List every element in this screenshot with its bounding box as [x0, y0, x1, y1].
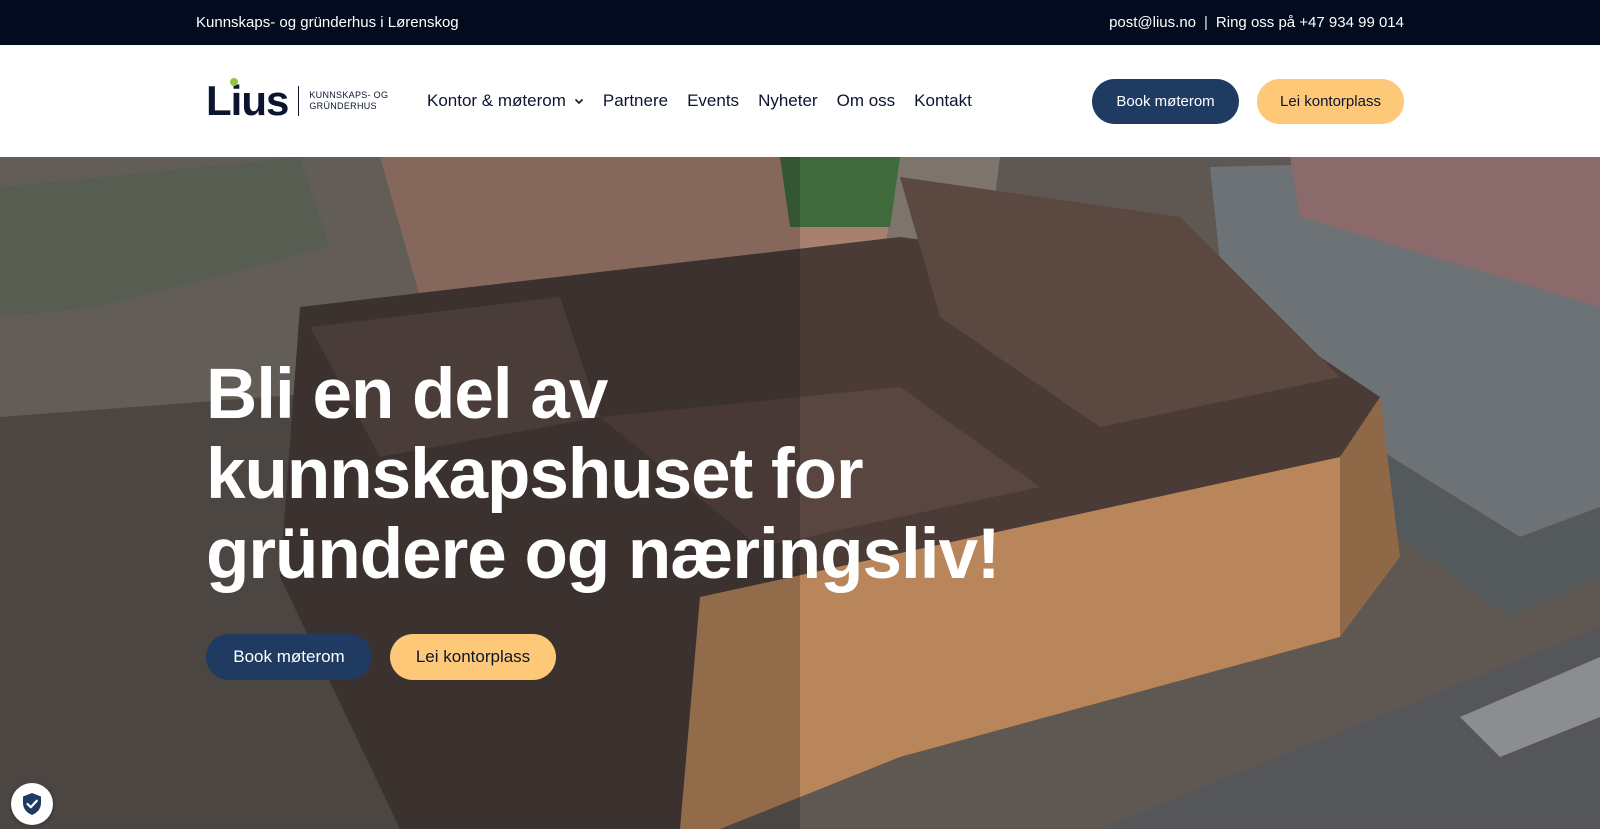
hero-book-meeting-room-button[interactable]: Book møterom — [206, 634, 372, 680]
logo-tagline: KUNNSKAPS- OG GRÜNDERHUS — [309, 90, 388, 112]
cookie-consent-button[interactable] — [11, 783, 53, 825]
logo-divider — [298, 86, 300, 116]
logo-wordmark-text: Lius — [206, 77, 289, 124]
logo-wordmark: Lius — [206, 77, 289, 124]
hero-title: Bli en del av kunnskapshuset for gründer… — [206, 355, 1106, 595]
top-bar: Kunnskaps- og gründerhus i Lørenskog pos… — [0, 0, 1600, 45]
nav-item-om-oss[interactable]: Om oss — [837, 91, 896, 111]
nav-item-nyheter[interactable]: Nyheter — [758, 91, 818, 111]
nav-item-kontor-moterom[interactable]: Kontor & møterom — [427, 91, 584, 111]
nav-actions: Book møterom Lei kontorplass — [1092, 78, 1404, 124]
hero-actions: Book møterom Lei kontorplass — [206, 634, 556, 680]
contact-info: post@lius.no | Ring oss på +47 934 99 01… — [1109, 14, 1404, 31]
tagline: Kunnskaps- og gründerhus i Lørenskog — [196, 14, 459, 31]
shield-check-icon — [23, 793, 41, 815]
email-link[interactable]: post@lius.no — [1109, 14, 1196, 31]
hero-title-line3: gründere og næringsliv! — [206, 515, 1001, 594]
hero-title-line2: kunnskapshuset for — [206, 435, 864, 514]
nav-item-label: Kontor & møterom — [427, 91, 566, 110]
hero-section: Bli en del av kunnskapshuset for gründer… — [0, 157, 1600, 829]
phone-link[interactable]: Ring oss på +47 934 99 014 — [1216, 14, 1404, 31]
contact-separator: | — [1204, 14, 1208, 31]
nav-item-kontakt[interactable]: Kontakt — [914, 91, 972, 111]
book-meeting-room-button[interactable]: Book møterom — [1092, 78, 1239, 124]
logo-tag-line2: GRÜNDERHUS — [309, 101, 377, 111]
nav-menu: Kontor & møterom Partnere Events Nyheter… — [427, 91, 991, 111]
lease-office-button[interactable]: Lei kontorplass — [1257, 78, 1404, 124]
main-navigation: Lius KUNNSKAPS- OG GRÜNDERHUS Kontor & m… — [0, 45, 1600, 157]
nav-item-partnere[interactable]: Partnere — [603, 91, 668, 111]
hero-lease-office-button[interactable]: Lei kontorplass — [390, 634, 556, 680]
nav-item-events[interactable]: Events — [687, 91, 739, 111]
chevron-down-icon — [574, 98, 583, 105]
hero-title-line1: Bli en del av — [206, 355, 608, 434]
logo-tag-line1: KUNNSKAPS- OG — [309, 90, 389, 100]
logo-dot — [230, 78, 238, 86]
logo[interactable]: Lius KUNNSKAPS- OG GRÜNDERHUS — [206, 77, 427, 124]
